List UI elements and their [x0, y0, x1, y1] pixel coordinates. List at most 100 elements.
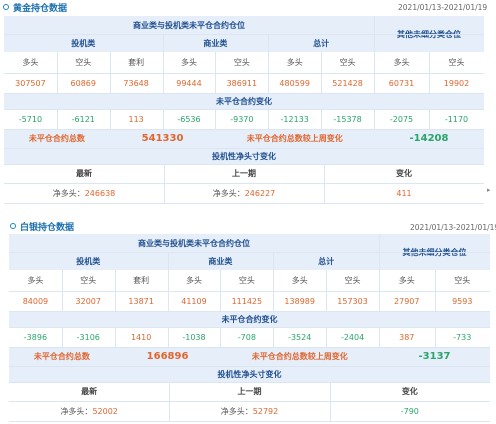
silver-subcol-header: 空头 — [326, 270, 379, 291]
gold-net-latest: 净多头： 246638 — [4, 183, 164, 203]
gold-grid-vline — [321, 52, 323, 93]
gold-table: 商业类与投机类未平仓合约仓位 其他未细分类仓位 投机类 商业类 总计 多头 空头 套利 多头 空头… — [4, 16, 484, 204]
gold-change-cell: 113 — [109, 109, 163, 129]
silver-subcol-header: 空头 — [434, 270, 490, 291]
silver-value-cell: 27907 — [379, 291, 435, 311]
silver-net-latest-value: 52002 — [92, 406, 118, 416]
gold-subcol-header: 空头 — [215, 52, 269, 73]
silver-grid-hline — [9, 327, 490, 328]
gold-change-cell: -6121 — [56, 109, 110, 129]
gold-grid-vline — [321, 109, 323, 129]
silver-change-cell: -708 — [220, 327, 274, 347]
silver-net-latest: 净多头： 52002 — [9, 401, 169, 421]
silver-net-prev-value: 52792 — [252, 406, 279, 416]
silver-grid-hline — [9, 347, 490, 348]
gold-value-cell: 60869 — [56, 73, 110, 93]
gold-grid-vline — [374, 16, 375, 52]
silver-value-cell: 84009 — [9, 291, 62, 311]
gold-value-cell: 60731 — [374, 73, 429, 93]
silver-net-prev: 净多头： 52792 — [169, 401, 329, 421]
silver-header-main: 商业类与投机类未平仓合约仓位 — [9, 234, 379, 252]
gold-subcol-header: 套利 — [109, 52, 163, 73]
silver-grid-vline — [273, 327, 275, 347]
gold-value-cell: 480599 — [268, 73, 322, 93]
silver-change-cell: -733 — [434, 327, 490, 347]
silver-subcol-header: 套利 — [114, 270, 168, 291]
gold-change-cell: -9370 — [215, 109, 269, 129]
silver-section-bullet-icon — [10, 223, 16, 229]
gold-change-cell: -2075 — [374, 109, 429, 129]
silver-subcol-header: 多头 — [167, 270, 221, 291]
silver-grid-vline — [273, 252, 275, 270]
silver-change-cell: -1038 — [167, 327, 221, 347]
silver-subcol-header: 空头 — [61, 270, 115, 291]
silver-grid-vline — [114, 327, 116, 347]
gold-grid-vline — [215, 109, 217, 129]
gold-grid-vline — [162, 34, 164, 52]
gold-change-cell: -6536 — [162, 109, 216, 129]
gold-net-prev: 净多头： 246227 — [164, 183, 324, 203]
silver-grid-vline — [434, 327, 436, 347]
silver-net-prev-label: 净多头： — [220, 406, 253, 416]
silver-change-cell: -3896 — [9, 327, 62, 347]
gold-grid-vline — [109, 52, 111, 93]
gold-change-title: 未平仓合约变化 — [4, 93, 484, 109]
gold-date-range: 2021/01/13-2021/01/19 — [398, 3, 488, 12]
gold-net-header: 变化 — [324, 164, 484, 183]
gold-subcol-header: 多头 — [162, 52, 216, 73]
gold-grid-vline — [268, 34, 270, 52]
gold-change-cell: -5710 — [4, 109, 57, 129]
gold-grid-vline — [162, 52, 164, 93]
gold-change-cell: -15378 — [321, 109, 374, 129]
gold-grid-vline — [324, 164, 325, 203]
silver-grid-vline — [326, 327, 328, 347]
gold-change-cell: -1170 — [429, 109, 484, 129]
gold-grid-vline — [164, 164, 165, 203]
scroll-right-icon[interactable]: ▸ — [487, 186, 491, 194]
silver-grid-hline — [9, 252, 490, 253]
gold-grid-vline — [374, 109, 375, 129]
gold-grid-vline — [109, 109, 111, 129]
gold-group-total: 总计 — [268, 34, 374, 52]
silver-grid-vline — [61, 270, 63, 311]
gold-grid-vline — [56, 52, 58, 93]
gold-subcol-header: 空头 — [321, 52, 374, 73]
silver-grid-vline — [220, 270, 222, 311]
silver-grid-vline — [379, 234, 380, 270]
gold-grid-hline — [4, 164, 484, 165]
silver-grid-hline — [9, 366, 490, 367]
gold-grid-hline — [4, 73, 484, 74]
silver-net-change: -790 — [329, 401, 490, 421]
gold-grid-vline — [429, 52, 430, 93]
silver-net-latest-label: 净多头： — [60, 406, 93, 416]
gold-value-cell: 99444 — [162, 73, 216, 93]
gold-grid-hline — [4, 109, 484, 110]
silver-subcol-header: 多头 — [9, 270, 62, 291]
gold-group-speculative: 投机类 — [4, 34, 163, 52]
gold-change-cell: -12133 — [268, 109, 322, 129]
gold-weekly-label: 未平仓合约总数较上周变化 — [246, 134, 343, 143]
silver-net-header: 上一期 — [169, 382, 330, 401]
silver-grid-hline — [9, 311, 490, 312]
silver-total-label: 未平仓合约总数 — [33, 352, 90, 361]
gold-grid-vline — [162, 109, 164, 129]
silver-grid-vline — [114, 270, 116, 311]
gold-total-value: 541330 — [141, 133, 184, 144]
silver-value-cell: 41109 — [167, 291, 221, 311]
gold-net-change: 411 — [324, 183, 484, 203]
gold-weekly-value: -14208 — [409, 133, 449, 144]
silver-grid-vline — [167, 252, 169, 270]
silver-grid-vline — [61, 327, 63, 347]
silver-grid-vline — [329, 382, 331, 421]
gold-grid-hline — [4, 34, 484, 35]
silver-table: 商业类与投机类未平仓合约仓位 其他未细分类仓位 投机类 商业类 总计 多头 空头 套利 多头 空头… — [9, 234, 490, 422]
gold-grid-hline — [4, 93, 484, 94]
silver-value-cell: 157303 — [326, 291, 379, 311]
silver-total-value: 166896 — [146, 351, 189, 362]
silver-change-cell: -3106 — [61, 327, 115, 347]
silver-net-title: 投机性净头寸变化 — [9, 366, 490, 382]
silver-grid-hline — [9, 382, 490, 383]
gold-grid-vline — [268, 52, 270, 93]
gold-grid-vline — [268, 109, 270, 129]
silver-grid-hline — [9, 401, 490, 402]
